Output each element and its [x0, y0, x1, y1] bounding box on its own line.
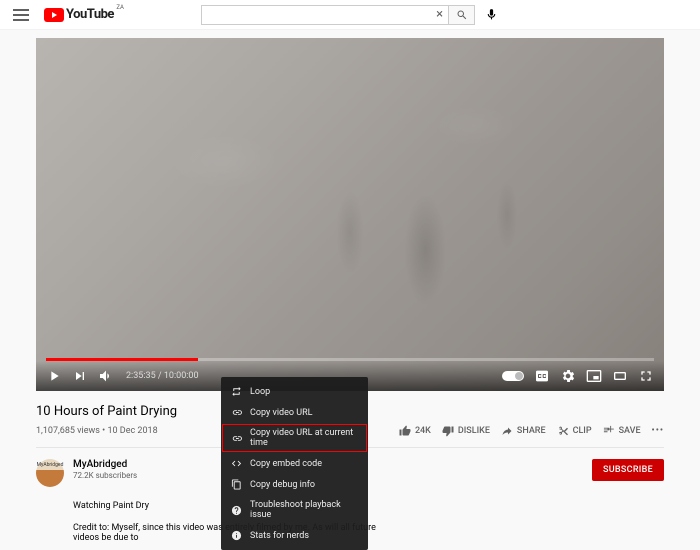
link-icon [231, 407, 242, 418]
fullscreen-icon [638, 368, 654, 384]
next-icon [72, 368, 88, 384]
code-icon [231, 458, 242, 469]
video-frame [36, 38, 664, 391]
video-player[interactable]: 2:35:35 / 10:00:00 [36, 38, 664, 391]
action-bar: 24K DISLIKE SHARE CLIP SAVE ••• [399, 425, 664, 437]
link-icon [231, 433, 242, 444]
ctx-copy-url-time[interactable]: Copy video URL at current time [221, 423, 368, 453]
upload-date: 10 Dec 2018 [107, 426, 157, 436]
save-button[interactable]: SAVE [603, 425, 641, 437]
top-header: YouTube ZA × [0, 0, 700, 30]
loop-icon [231, 386, 242, 397]
theater-button[interactable] [612, 368, 628, 384]
mic-button[interactable] [483, 7, 499, 23]
clip-button[interactable]: CLIP [557, 425, 592, 437]
player-context-menu: Loop Copy video URL Copy video URL at cu… [221, 377, 368, 550]
subscribe-button[interactable]: SUBSCRIBE [592, 459, 664, 481]
description-heading: Watching Paint Dry [73, 501, 664, 511]
logo-text: YouTube [66, 7, 114, 22]
ctx-copy-url[interactable]: Copy video URL [221, 402, 368, 423]
playlist-add-icon [603, 425, 615, 437]
dislike-button[interactable]: DISLIKE [442, 425, 490, 437]
help-icon [231, 505, 242, 516]
thumbs-up-icon [399, 425, 411, 437]
search-box: × [201, 5, 449, 25]
right-controls [502, 368, 654, 384]
ctx-troubleshoot[interactable]: Troubleshoot playback issue [221, 495, 368, 525]
captions-icon [534, 368, 550, 384]
search-button[interactable] [449, 5, 475, 25]
search-area: × [201, 5, 499, 25]
search-icon [456, 9, 468, 21]
youtube-logo[interactable]: YouTube ZA [44, 7, 114, 22]
ctx-stats[interactable]: Stats for nerds [221, 525, 368, 546]
gear-icon [560, 368, 576, 384]
avatar[interactable]: MyAbridged [36, 459, 64, 487]
volume-icon [98, 368, 114, 384]
play-button[interactable] [46, 368, 62, 384]
ctx-copy-debug[interactable]: Copy debug info [221, 474, 368, 495]
theater-icon [612, 368, 628, 384]
volume-button[interactable] [98, 368, 114, 384]
clear-icon[interactable]: × [431, 7, 448, 22]
time-display: 2:35:35 / 10:00:00 [126, 371, 199, 381]
settings-button[interactable] [560, 368, 576, 384]
more-actions-button[interactable]: ••• [652, 426, 664, 436]
mic-icon [485, 8, 498, 21]
toggle-icon [502, 371, 524, 381]
autoplay-toggle[interactable] [502, 371, 524, 381]
menu-icon[interactable] [12, 6, 30, 24]
view-count: 1,107,685 views [36, 426, 100, 436]
share-button[interactable]: SHARE [501, 425, 546, 437]
miniplayer-icon [586, 368, 602, 384]
miniplayer-button[interactable] [586, 368, 602, 384]
meta-sep: • [100, 426, 108, 436]
captions-button[interactable] [534, 368, 550, 384]
thumbs-down-icon [442, 425, 454, 437]
fullscreen-button[interactable] [638, 368, 654, 384]
info-icon [231, 530, 242, 541]
scissors-icon [557, 425, 569, 437]
play-logo-icon [44, 8, 64, 22]
share-icon [501, 425, 513, 437]
region-badge: ZA [116, 4, 124, 11]
ctx-loop[interactable]: Loop [221, 381, 368, 402]
search-input[interactable] [202, 8, 431, 21]
ctx-copy-embed[interactable]: Copy embed code [221, 453, 368, 474]
copy-icon [231, 479, 242, 490]
like-button[interactable]: 24K [399, 425, 431, 437]
next-button[interactable] [72, 368, 88, 384]
play-icon [46, 368, 62, 384]
